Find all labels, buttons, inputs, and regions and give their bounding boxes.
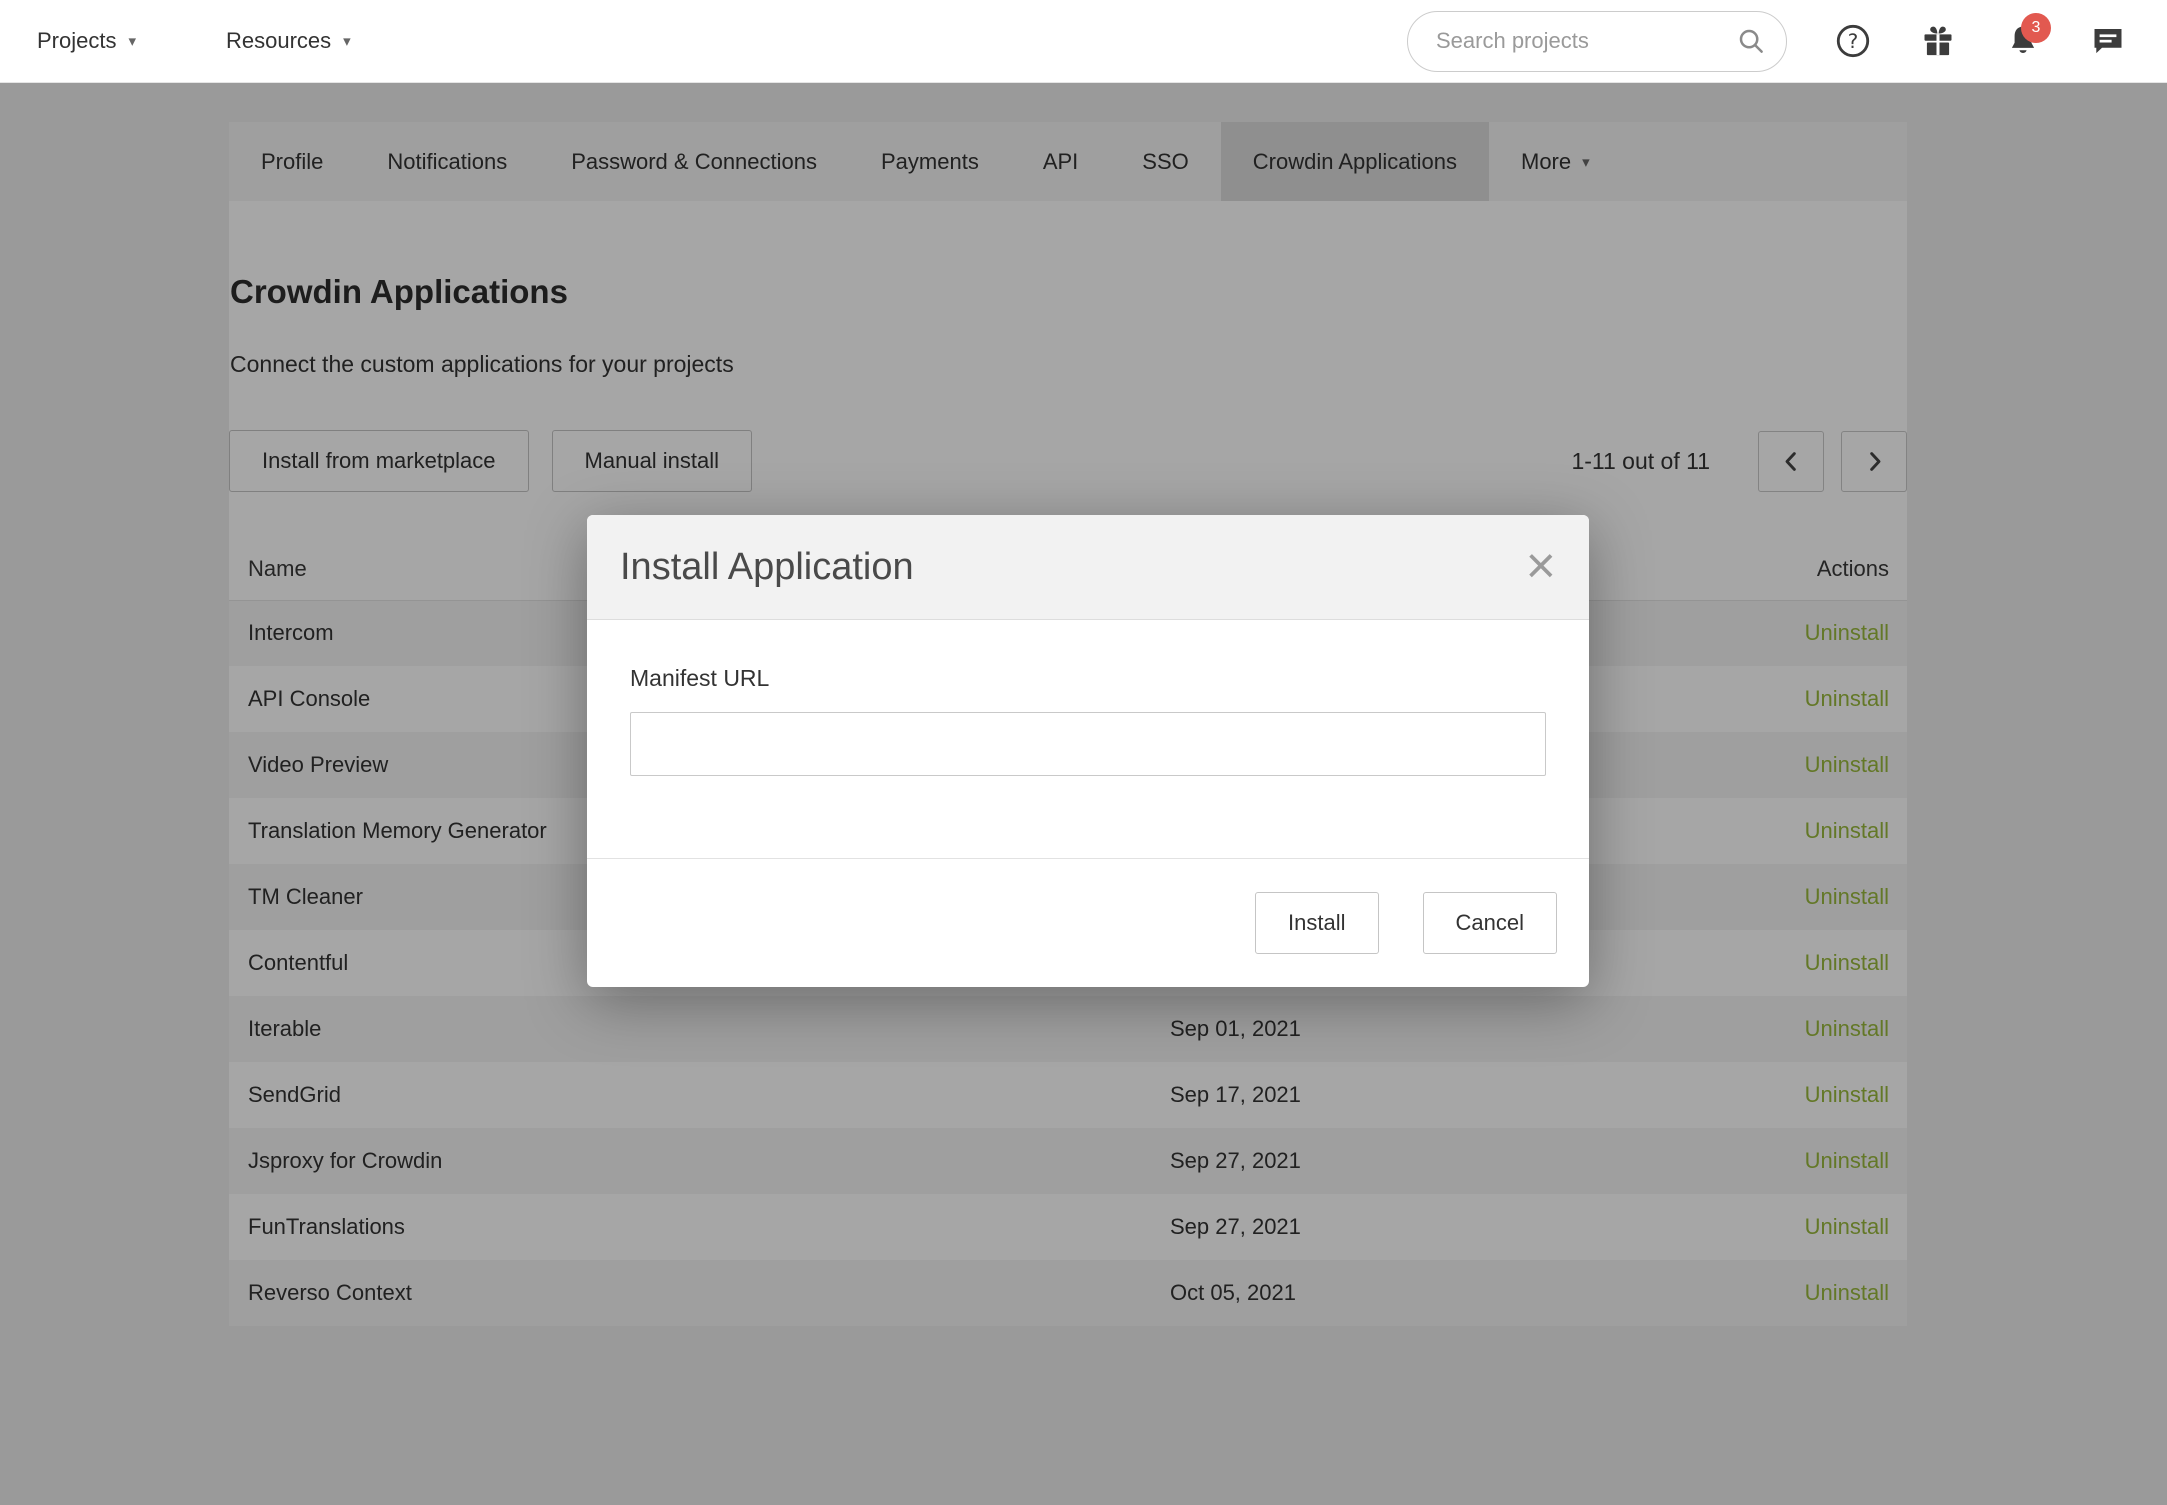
chevron-down-icon: ▾ (128, 32, 136, 50)
nav-right: ? 3 (1407, 11, 2127, 72)
help-icon[interactable]: ? (1834, 22, 1872, 60)
chat-icon[interactable] (2089, 22, 2127, 60)
resources-menu-label: Resources (226, 28, 331, 54)
projects-menu[interactable]: Projects ▾ (37, 28, 136, 54)
cancel-button[interactable]: Cancel (1423, 892, 1557, 954)
modal-header: Install Application × (587, 515, 1589, 620)
svg-text:?: ? (1848, 30, 1859, 53)
install-button[interactable]: Install (1255, 892, 1378, 954)
modal-footer: Install Cancel (587, 858, 1589, 987)
manifest-url-input[interactable] (630, 712, 1546, 776)
projects-menu-label: Projects (37, 28, 116, 54)
install-application-modal: Install Application × Manifest URL Insta… (587, 515, 1589, 987)
nav-left: Projects ▾ Resources ▾ (37, 28, 351, 54)
manifest-url-label: Manifest URL (630, 665, 1546, 692)
search-box (1407, 11, 1787, 72)
resources-menu[interactable]: Resources ▾ (226, 28, 351, 54)
bell-icon[interactable]: 3 (2004, 22, 2042, 60)
modal-title: Install Application (620, 546, 914, 589)
top-navbar: Projects ▾ Resources ▾ ? (0, 0, 2167, 83)
modal-body: Manifest URL (587, 620, 1589, 858)
notification-badge: 3 (2021, 13, 2051, 43)
chevron-down-icon: ▾ (343, 32, 351, 50)
search-icon[interactable] (1736, 26, 1766, 56)
gift-icon[interactable] (1919, 22, 1957, 60)
search-input[interactable] (1436, 28, 1736, 54)
close-icon[interactable]: × (1526, 546, 1556, 588)
